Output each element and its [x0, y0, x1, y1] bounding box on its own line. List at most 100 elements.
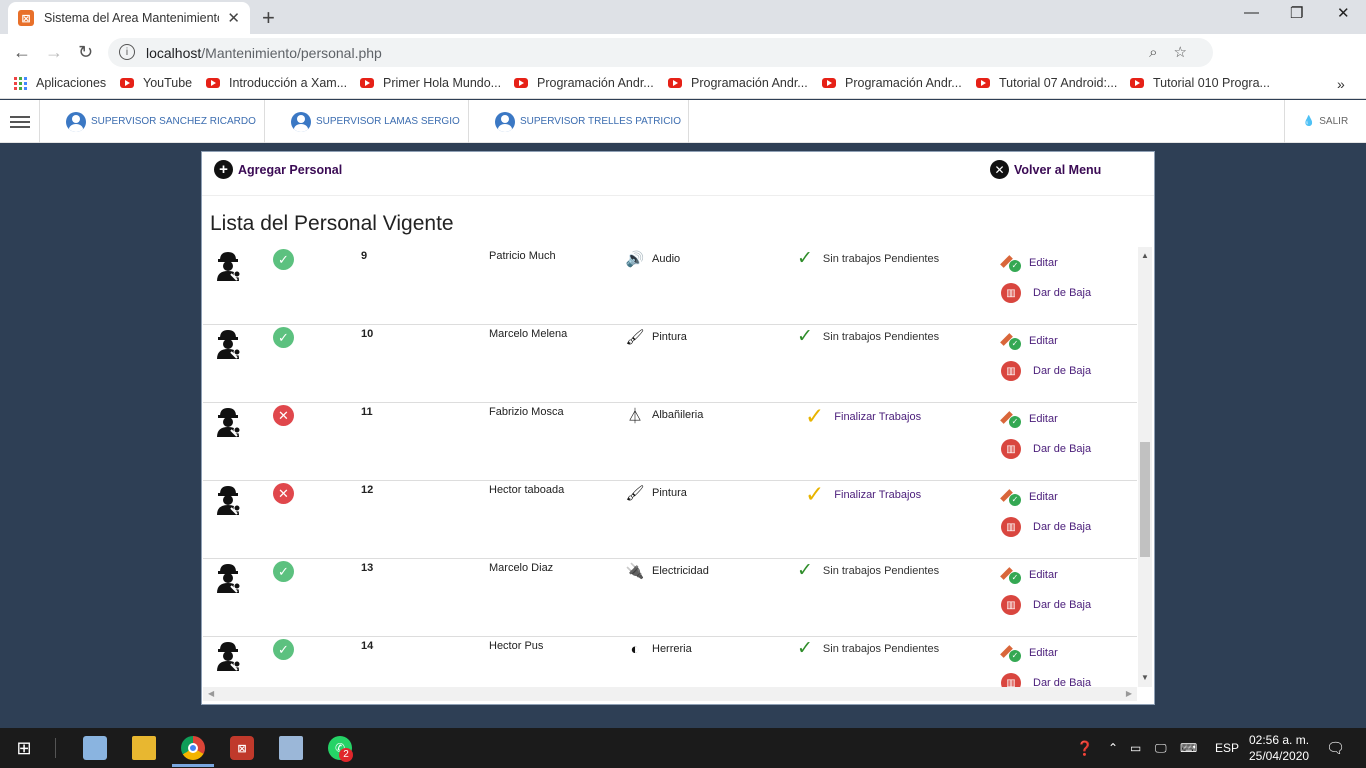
scroll-down-icon[interactable]: ▼ [1141, 673, 1149, 682]
bookmark-item[interactable]: Primer Hola Mundo... [360, 76, 501, 90]
worker-icon [213, 249, 243, 281]
work-status: ✓ Sin trabajos Pendientes [797, 559, 939, 582]
bookmarks-bar: Aplicaciones YouTube Introducción a Xam.… [0, 70, 1366, 99]
work-status-label[interactable]: Finalizar Trabajos [834, 489, 921, 501]
edit-link[interactable]: Editar [1001, 487, 1058, 506]
help-icon[interactable]: ❓ [1076, 728, 1093, 768]
horizontal-scrollbar[interactable]: ◀ ▶ [203, 687, 1137, 701]
personal-name: Marcelo Melena [489, 328, 568, 340]
edit-pencil-icon [1001, 643, 1021, 662]
xampp-icon[interactable]: ⊠ [230, 736, 254, 760]
status-error-icon: ✕ [273, 405, 294, 426]
back-icon[interactable]: ← [13, 42, 31, 63]
notifications-icon[interactable]: 🗨 [1326, 728, 1345, 768]
scroll-left-icon[interactable]: ◀ [208, 689, 214, 698]
status-ok-icon: ✓ [273, 561, 294, 582]
forward-icon[interactable]: → [45, 42, 63, 63]
battery-icon[interactable]: ▭ [1130, 728, 1141, 768]
network-icon[interactable]: 🖵 [1155, 728, 1167, 768]
bookmark-item[interactable]: Tutorial 010 Progra... [1130, 76, 1270, 90]
personal-id: 12 [361, 484, 374, 496]
work-status[interactable]: ✓ Finalizar Trabajos [797, 481, 921, 508]
tray-expand-icon[interactable]: ⌃ [1108, 728, 1118, 768]
restore-icon[interactable]: ❐ [1290, 4, 1303, 22]
edit-link[interactable]: Editar [1001, 565, 1058, 584]
url-host: localhost [146, 44, 202, 61]
supervisor-link[interactable]: SUPERVISOR TRELLES PATRICIO [469, 100, 689, 143]
youtube-icon [1130, 78, 1144, 88]
windows-taskbar: ⊞ ⊠ ✆ 2 ❓ ⌃ ▭ 🖵 ⌨ ESP 02:56 a. m. 25/04/2… [0, 728, 1366, 768]
more-bookmarks-icon[interactable]: » [1337, 76, 1345, 92]
checkmark-icon: ✓ [805, 403, 825, 429]
logout-button[interactable]: 💧 SALIR [1284, 100, 1366, 143]
bookmark-item[interactable]: Introducción a Xam... [206, 76, 347, 90]
bookmark-item[interactable]: YouTube [120, 76, 192, 90]
zoom-icon[interactable]: ⌕ [1149, 44, 1173, 61]
reload-icon[interactable]: ↻ [78, 42, 93, 63]
paint-gun-icon: 🖌 [625, 485, 645, 502]
worker-icon [213, 639, 243, 671]
info-icon[interactable]: i [119, 44, 135, 60]
bookmark-star-icon[interactable]: ☆ [1174, 44, 1203, 61]
new-tab-icon[interactable]: + [262, 5, 275, 31]
trash-icon: ▥ [1001, 517, 1021, 537]
file-explorer-icon[interactable] [132, 736, 156, 760]
clock[interactable]: 02:56 a. m. 25/04/2020 [1249, 728, 1309, 768]
edit-link[interactable]: Editar [1001, 331, 1058, 350]
network-app-icon[interactable] [279, 736, 303, 760]
scroll-right-icon[interactable]: ▶ [1126, 689, 1132, 698]
supervisor-link[interactable]: SUPERVISOR LAMAS SERGIO [265, 100, 469, 143]
work-status-label[interactable]: Finalizar Trabajos [834, 411, 921, 423]
bookmark-item[interactable]: Programación Andr... [668, 76, 808, 90]
scrollbar-thumb[interactable] [1140, 442, 1150, 557]
youtube-icon [976, 78, 990, 88]
edit-pencil-icon [1001, 331, 1021, 350]
remove-link[interactable]: ▥ Dar de Baja [1001, 439, 1091, 459]
paint-gun-icon: 🖌 [625, 329, 645, 346]
personal-id: 9 [361, 250, 368, 262]
table-row: ✓ 13 Marcelo Diaz 🔌 Electricidad ✓ Sin trabajo… [203, 559, 1137, 637]
keyboard-icon[interactable]: ⌨ [1180, 728, 1197, 768]
language-indicator[interactable]: ESP [1215, 728, 1239, 768]
bookmark-item[interactable]: Programación Andr... [514, 76, 654, 90]
browser-tab[interactable]: ⊠ Sistema del Area Mantenimiento ✕ [8, 2, 250, 34]
work-status[interactable]: ✓ Finalizar Trabajos [797, 403, 921, 430]
vertical-scrollbar[interactable]: ▲ ▼ [1138, 247, 1152, 687]
virtualbox-icon[interactable] [83, 736, 107, 760]
bookmark-item[interactable]: Programación Andr... [822, 76, 962, 90]
personal-id: 13 [361, 562, 374, 574]
checkmark-icon: ✓ [797, 248, 813, 269]
supervisor-link[interactable]: SUPERVISOR SANCHEZ RICARDO [40, 100, 265, 143]
work-status-label: Sin trabajos Pendientes [822, 564, 940, 577]
remove-link[interactable]: ▥ Dar de Baja [1001, 361, 1091, 381]
remove-link[interactable]: ▥ Dar de Baja [1001, 595, 1091, 615]
remove-link[interactable]: ▥ Dar de Baja [1001, 673, 1091, 687]
remove-link[interactable]: ▥ Dar de Baja [1001, 283, 1091, 303]
edit-link[interactable]: Editar [1001, 409, 1058, 428]
scroll-up-icon[interactable]: ▲ [1141, 251, 1149, 260]
bookmark-item[interactable]: Aplicaciones [14, 76, 106, 90]
user-avatar-icon [291, 111, 311, 132]
personal-list[interactable]: ✓ 9 Patricio Much 🔊 Audio ✓ Sin trabajos Pendi… [203, 247, 1137, 687]
edit-pencil-icon [1001, 487, 1021, 506]
edit-link[interactable]: Editar [1001, 253, 1058, 272]
personal-name: Hector Pus [489, 640, 544, 652]
add-personal-button[interactable]: + Agregar Personal [214, 160, 342, 179]
remove-link[interactable]: ▥ Dar de Baja [1001, 517, 1091, 537]
back-to-menu-button[interactable]: ✕ Volver al Menu [990, 160, 1101, 179]
bookmark-item[interactable]: Tutorial 07 Android:... [976, 76, 1117, 90]
specialty: 🔌 Electricidad [625, 563, 709, 580]
plus-circle-icon: + [214, 160, 233, 179]
windows-start-icon[interactable]: ⊞ [12, 736, 36, 760]
apps-grid-icon [14, 76, 27, 90]
minimize-icon[interactable]: — [1244, 4, 1259, 21]
status-ok-icon: ✓ [273, 639, 294, 660]
work-status: ✓ Sin trabajos Pendientes [797, 637, 939, 660]
hamburger-menu-icon[interactable] [0, 100, 40, 143]
tab-close-icon[interactable]: ✕ [227, 9, 240, 27]
url-field[interactable]: i localhost/Mantenimiento/personal.php ⌕… [108, 38, 1213, 67]
edit-link[interactable]: Editar [1001, 643, 1058, 662]
youtube-icon [120, 78, 134, 88]
chrome-icon[interactable] [181, 736, 205, 760]
close-window-icon[interactable]: ✕ [1337, 4, 1350, 22]
